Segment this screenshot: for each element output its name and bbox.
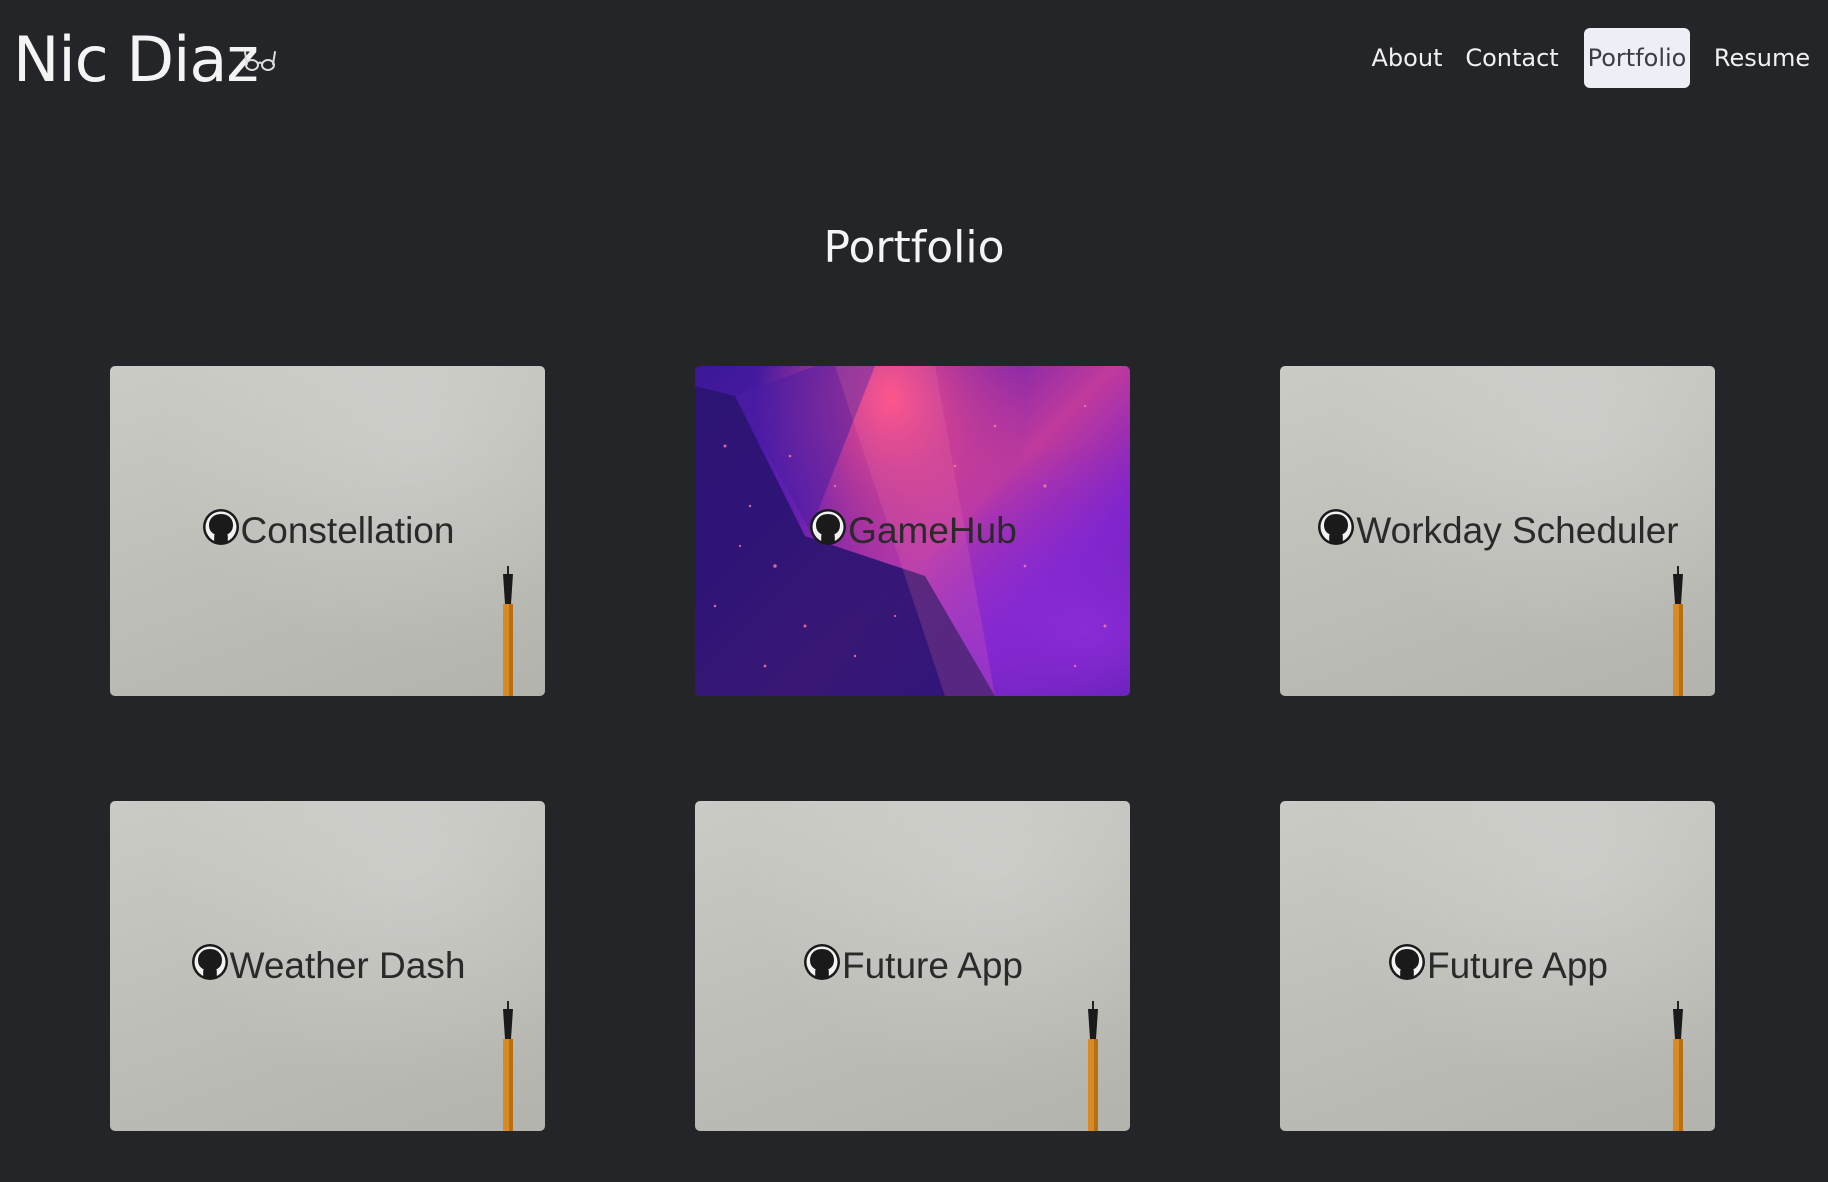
- nav-resume[interactable]: Resume: [1712, 28, 1812, 88]
- project-label: Workday Scheduler: [1280, 366, 1715, 696]
- project-label: Weather Dash: [110, 801, 545, 1131]
- github-icon: [803, 944, 840, 980]
- github-icon: [810, 509, 847, 545]
- project-title-constellation: Constellation: [240, 510, 455, 551]
- nav-about[interactable]: About: [1357, 28, 1457, 88]
- project-title-workday-scheduler: Workday Scheduler: [1356, 510, 1679, 551]
- github-icon: [1388, 944, 1425, 980]
- pen-image: [1673, 566, 1683, 696]
- project-title-weather-dash: Weather Dash: [229, 945, 466, 986]
- project-label: Future App: [1280, 801, 1715, 1131]
- nav-contact[interactable]: Contact: [1462, 28, 1562, 88]
- project-label: Constellation: [110, 366, 545, 696]
- nav-portfolio[interactable]: Portfolio: [1584, 28, 1690, 88]
- glasses-icon: [244, 51, 276, 71]
- pen-image: [1088, 1001, 1098, 1131]
- project-label: Future App: [695, 801, 1130, 1131]
- project-card-future-app-1[interactable]: Future App: [695, 801, 1130, 1131]
- project-card-workday-scheduler[interactable]: Workday Scheduler: [1280, 366, 1715, 696]
- project-title-future-app: Future App: [1426, 945, 1608, 986]
- project-title-future-app: Future App: [841, 945, 1023, 986]
- navbar: Nic Diaz About Contact Portfolio Resume: [0, 0, 1828, 120]
- project-card-constellation[interactable]: Constellation: [110, 366, 545, 696]
- pen-image: [1673, 1001, 1683, 1131]
- pen-image: [503, 566, 513, 696]
- pen-image: [503, 1001, 513, 1131]
- github-icon: [191, 944, 228, 980]
- project-title-gamehub: GameHub: [848, 510, 1017, 551]
- github-icon: [202, 509, 239, 545]
- project-card-gamehub[interactable]: GameHub: [695, 366, 1130, 696]
- brand-name[interactable]: Nic Diaz: [13, 20, 259, 100]
- project-card-future-app-2[interactable]: Future App: [1280, 801, 1715, 1131]
- project-card-weather-dash[interactable]: Weather Dash: [110, 801, 545, 1131]
- github-icon: [1318, 509, 1355, 545]
- section-title: Portfolio: [823, 222, 1005, 273]
- project-label: GameHub: [695, 366, 1130, 696]
